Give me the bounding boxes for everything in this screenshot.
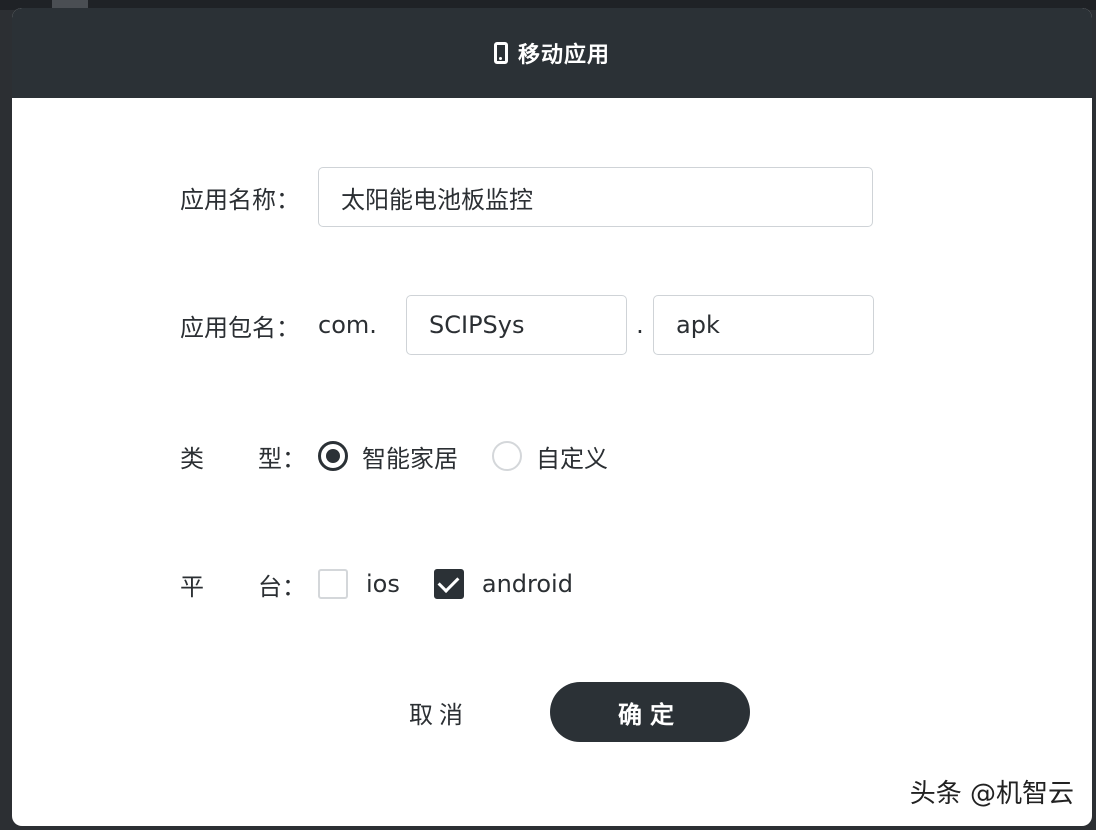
package-segment1-value: SCIPSys xyxy=(429,311,525,339)
dialog-title-group: 移动应用 xyxy=(493,37,610,69)
confirm-button[interactable]: 确定 xyxy=(550,682,750,742)
platform-option-label: ios xyxy=(366,570,400,598)
app-name-value: 太阳能电池板监控 xyxy=(341,185,533,214)
type-option-smart-home[interactable]: 智能家居 xyxy=(318,439,458,474)
package-prefix: com. xyxy=(318,311,377,339)
checkbox-unchecked-icon[interactable] xyxy=(318,569,348,599)
type-label: 类 型： xyxy=(180,439,318,474)
type-label-b: 型： xyxy=(258,444,306,473)
checkmark-icon xyxy=(437,571,460,593)
app-name-label: 应用名称： xyxy=(180,185,300,214)
package-row: 应用包名： com. SCIPSys . apk xyxy=(180,295,874,355)
radio-checked-icon[interactable] xyxy=(318,441,348,471)
package-label: 应用包名： xyxy=(180,313,300,342)
platform-row: 平 台： ios android xyxy=(180,566,607,602)
phone-icon xyxy=(493,42,508,64)
app-name-row: 应用名称： 太阳能电池板监控 xyxy=(180,167,873,227)
dialog-title: 移动应用 xyxy=(517,43,610,68)
platform-option-ios[interactable]: ios xyxy=(318,569,400,599)
package-segment1-input[interactable]: SCIPSys xyxy=(406,295,627,355)
type-option-label: 自定义 xyxy=(536,444,608,473)
package-separator: . xyxy=(636,311,644,339)
platform-option-label: android xyxy=(481,570,573,598)
type-label-a: 类 xyxy=(180,444,204,473)
platform-option-android[interactable]: android xyxy=(433,569,573,599)
app-name-input[interactable]: 太阳能电池板监控 xyxy=(318,167,873,227)
checkbox-checked-icon[interactable] xyxy=(433,569,464,599)
type-option-label: 智能家居 xyxy=(362,444,458,473)
package-segment2-value: apk xyxy=(676,311,720,339)
platform-label: 平 台： xyxy=(180,567,318,602)
dialog-header: 移动应用 xyxy=(12,8,1092,98)
platform-label-b: 台： xyxy=(258,572,306,601)
type-row: 类 型： 智能家居 自定义 xyxy=(180,438,642,474)
package-segment2-input[interactable]: apk xyxy=(653,295,874,355)
type-option-custom[interactable]: 自定义 xyxy=(492,439,608,474)
cancel-button[interactable]: 取消 xyxy=(392,682,486,742)
radio-unchecked-icon[interactable] xyxy=(492,441,522,471)
watermark: 头条 @机智云 xyxy=(909,779,1074,809)
platform-label-a: 平 xyxy=(180,572,204,601)
